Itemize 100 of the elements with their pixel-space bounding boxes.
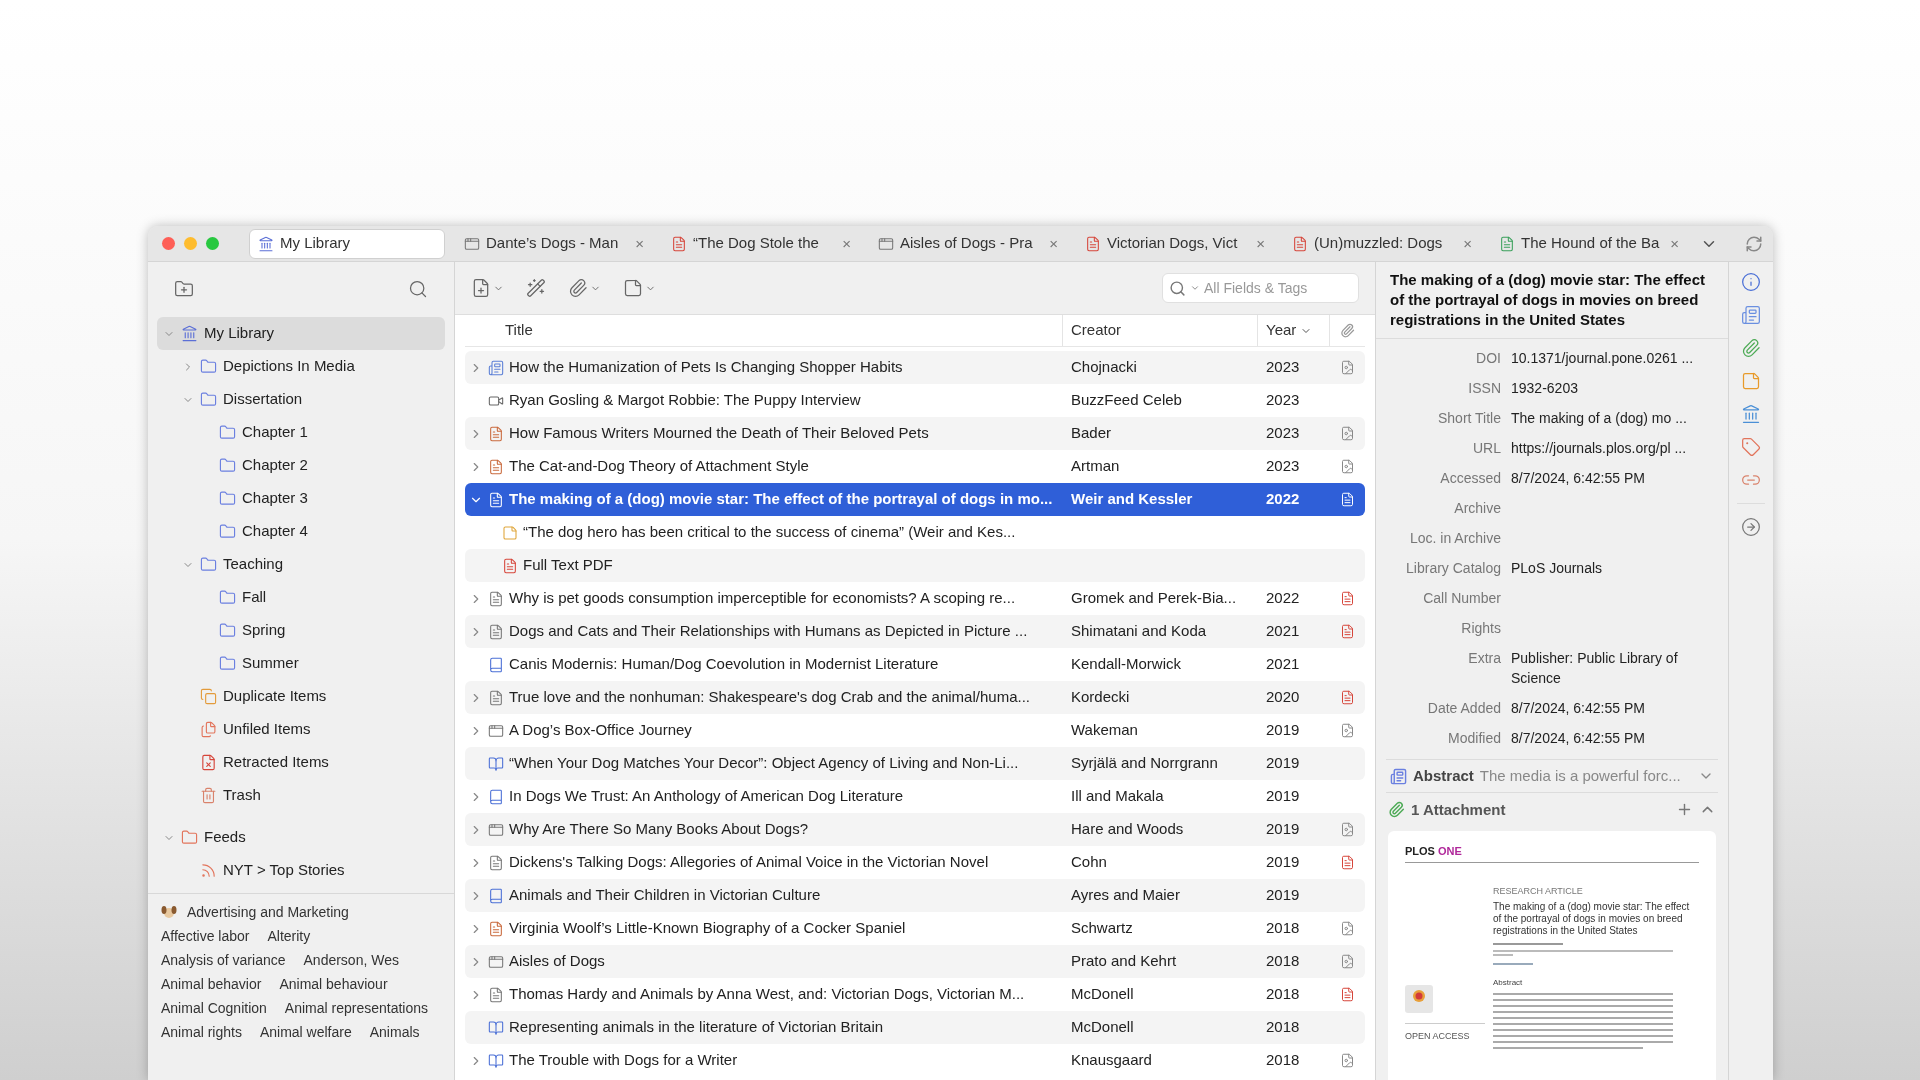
table-row[interactable]: How Famous Writers Mourned the Death of Their Beloved Pets Bader 2023 [465, 417, 1365, 450]
table-row[interactable]: Why Are There So Many Books About Dogs? Hare and Woods 2019 [465, 813, 1365, 846]
new-note-icon[interactable] [623, 278, 643, 298]
collection-item[interactable]: Chapter 1 [157, 416, 445, 449]
collection-item[interactable]: Depictions In Media [157, 350, 445, 383]
sync-icon[interactable] [1745, 234, 1763, 253]
collection-item[interactable]: Chapter 4 [157, 515, 445, 548]
attachment-icon[interactable] [568, 278, 588, 298]
field-value[interactable]: 8/7/2024, 6:42:55 PM [1511, 728, 1716, 748]
collection-item[interactable]: Spring [157, 614, 445, 647]
tag-label[interactable]: Animals [369, 1021, 420, 1043]
collection-item[interactable]: Summer [157, 647, 445, 680]
tab[interactable]: Aisles of Dogs - Pra × [870, 228, 1066, 259]
table-row[interactable]: Ryan Gosling & Margot Robbie: The Puppy Interview BuzzFeed Celeb 2023 [465, 384, 1365, 417]
table-row[interactable]: Virginia Woolf’s Little-Known Biography of a Cocker Spaniel Schwartz 2018 [465, 912, 1365, 945]
tag-label[interactable]: Animal rights [161, 1021, 242, 1043]
attachment-preview[interactable]: PLOS ONE OPEN ACCESS RESEARCH ARTICLE The making of a (dog) movie star: The effect of the portrayal of dogs in movies on breed registrations in the United States Abstract [1388, 830, 1716, 1080]
field-value[interactable]: Publisher: Public Library of Science [1511, 648, 1716, 688]
snapshot-icon[interactable] [1340, 954, 1355, 969]
snapshot-icon[interactable] [1340, 822, 1355, 837]
close-tab-button[interactable]: × [1463, 236, 1472, 251]
pdf-icon[interactable] [1340, 987, 1355, 1002]
search-icon[interactable] [408, 278, 428, 299]
tag-label[interactable]: Alterity [267, 925, 311, 947]
collection-item[interactable]: Teaching [157, 548, 445, 581]
table-row[interactable]: Why is pet goods consumption imperceptible for economists? A scoping re... Gromek and Perek-Bia... 2022 [465, 582, 1365, 615]
field-value[interactable]: PLoS Journals [1511, 558, 1716, 578]
snapshot-icon[interactable] [1340, 360, 1355, 375]
table-row[interactable]: “When Your Dog Matches Your Decor”: Object Agency of Living and Non-Li... Syrjälä and Norrgrann 2019 [465, 747, 1365, 780]
table-row[interactable]: Full Text PDF [465, 549, 1365, 582]
field-value[interactable]: https://journals.plos.org/pl ... [1511, 438, 1716, 458]
table-row[interactable]: The making of a (dog) movie star: The effect of the portrayal of dogs in mo... Weir and Kessler 2022 [465, 483, 1365, 516]
table-row[interactable]: A Dog’s Box-Office Journey Wakeman 2019 [465, 714, 1365, 747]
new-collection-icon[interactable] [174, 278, 194, 299]
pdf-icon[interactable] [1340, 855, 1355, 870]
table-row[interactable]: Aisles of Dogs Prato and Kehrt 2018 [465, 945, 1365, 978]
table-row[interactable]: Representing animals in the literature of Victorian Britain McDonell 2018 [465, 1011, 1365, 1044]
zoom-window-button[interactable] [206, 237, 219, 250]
collection-item[interactable]: Unfiled Items [157, 713, 445, 746]
tag-label[interactable]: Animal Cognition [161, 997, 267, 1019]
close-tab-button[interactable]: × [1670, 236, 1679, 251]
table-row[interactable]: Canis Modernis: Human/Dog Coevolution in Modernist Literature Kendall-Morwick 2021 [465, 648, 1365, 681]
close-tab-button[interactable]: × [1049, 236, 1058, 251]
table-row[interactable]: The Cat-and-Dog Theory of Attachment Style Artman 2023 [465, 450, 1365, 483]
library-icon[interactable] [1741, 404, 1761, 424]
tag-label[interactable]: Animal behaviour [279, 973, 388, 995]
column-header[interactable]: Year [1258, 315, 1330, 346]
table-row[interactable]: The Trouble with Dogs for a Writer Knausgaard 2018 [465, 1044, 1365, 1077]
snapshot-icon[interactable] [1340, 921, 1355, 936]
field-value[interactable]: 10.1371/journal.pone.0261 ... [1511, 348, 1716, 368]
close-tab-button[interactable]: × [1256, 236, 1265, 251]
pdf-icon[interactable] [1340, 492, 1355, 507]
tab[interactable]: (Un)muzzled: Dogs × [1284, 228, 1480, 259]
collection-item[interactable]: Retracted Items [157, 746, 445, 779]
field-value[interactable]: 8/7/2024, 6:42:55 PM [1511, 698, 1716, 718]
tag-label[interactable]: Anderson, Wes [303, 949, 399, 971]
close-window-button[interactable] [162, 237, 175, 250]
snapshot-icon[interactable] [1340, 459, 1355, 474]
note-icon[interactable] [1741, 371, 1761, 391]
table-row[interactable]: Dickens's Talking Dogs: Allegories of Animal Voice in the Victorian Novel Cohn 2019 [465, 846, 1365, 879]
column-header[interactable]: Creator [1063, 315, 1258, 346]
new-item-icon[interactable] [471, 278, 491, 298]
attachments-label[interactable]: 1 Attachment [1411, 798, 1506, 822]
collection-item[interactable]: Fall [157, 581, 445, 614]
collection-item[interactable]: Chapter 3 [157, 482, 445, 515]
abstract-label[interactable]: Abstract [1413, 764, 1474, 788]
table-row[interactable]: “The dog hero has been critical to the success of cinema” (Weir and Kes... [465, 516, 1365, 549]
info-icon[interactable] [1741, 272, 1761, 292]
collection-item[interactable]: My Library [157, 317, 445, 350]
tag-label[interactable]: Advertising and Marketing [187, 901, 349, 923]
collection-item[interactable]: Feeds [157, 821, 445, 854]
table-row[interactable]: Dogs and Cats and Their Relationships with Humans as Depicted in Picture ... Shimatani and Koda 2021 [465, 615, 1365, 648]
tag-label[interactable]: Analysis of variance [161, 949, 286, 971]
snapshot-icon[interactable] [1340, 723, 1355, 738]
field-value[interactable]: The making of a (dog) mo ... [1511, 408, 1716, 428]
tag-label[interactable]: Animal representations [284, 997, 429, 1019]
collection-item[interactable]: Dissertation [157, 383, 445, 416]
collection-item[interactable]: NYT > Top Stories [157, 854, 445, 887]
tag-icon[interactable] [1741, 437, 1761, 457]
table-row[interactable]: How the Humanization of Pets Is Changing Shopper Habits Chojnacki 2023 [465, 351, 1365, 384]
collection-item[interactable]: Trash [157, 779, 445, 812]
table-row[interactable]: Thomas Hardy and Animals by Anna West, and: Victorian Dogs, Victorian M... McDonell 2018 [465, 978, 1365, 1011]
column-header[interactable]: Title [465, 315, 1063, 346]
pdf-icon[interactable] [1340, 591, 1355, 606]
snapshot-icon[interactable] [1340, 1053, 1355, 1068]
locate-icon[interactable] [1741, 517, 1761, 537]
tab[interactable]: Dante’s Dogs - Man × [456, 228, 652, 259]
tab[interactable]: Victorian Dogs, Vict × [1077, 228, 1273, 259]
pdf-icon[interactable] [1340, 624, 1355, 639]
tag-label[interactable]: Animal welfare [259, 1021, 352, 1043]
table-row[interactable]: In Dogs We Trust: An Anthology of American Dog Literature Ill and Makala 2019 [465, 780, 1365, 813]
field-value[interactable]: 1932-6203 [1511, 378, 1716, 398]
tag-label[interactable]: Animal behavior [161, 973, 262, 995]
pdf-icon[interactable] [1340, 690, 1355, 705]
close-tab-button[interactable]: × [635, 236, 644, 251]
tag-label[interactable]: Affective labor [161, 925, 250, 947]
field-value[interactable]: 8/7/2024, 6:42:55 PM [1511, 468, 1716, 488]
search-input[interactable]: All Fields & Tags [1204, 277, 1344, 299]
table-row[interactable]: True love and the nonhuman: Shakespeare's dog Crab and the animal/huma... Kordecki 2020 [465, 681, 1365, 714]
tab[interactable]: The Hound of the Ba × [1491, 228, 1687, 259]
